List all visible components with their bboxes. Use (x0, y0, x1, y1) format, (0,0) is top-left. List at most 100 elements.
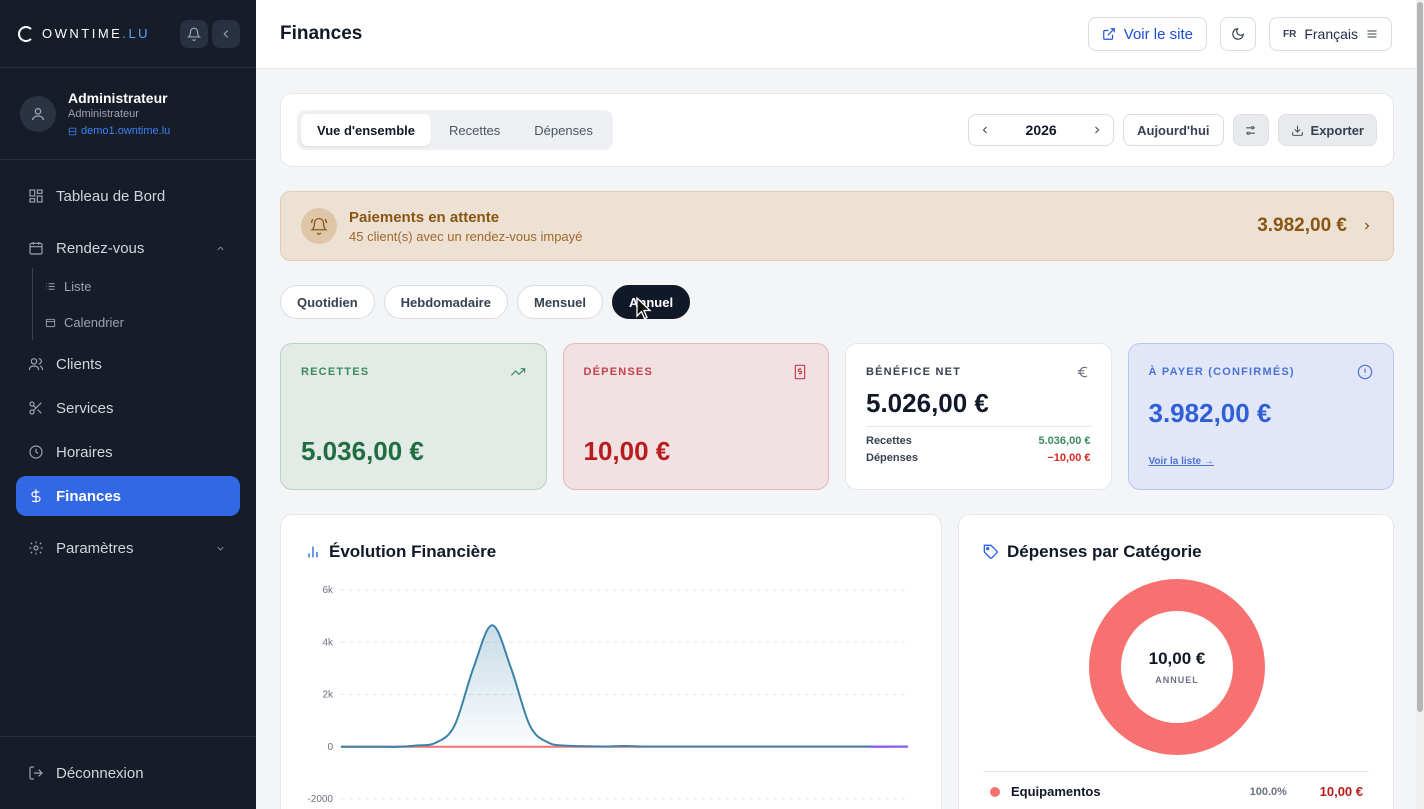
top-bar: Finances Voir le site FR Français (256, 0, 1416, 69)
bell-icon (187, 27, 201, 41)
alert-amount: 3.982,00 € (1257, 215, 1373, 237)
to-pay-card: À PAYER (CONFIRMÉS) 3.982,00 € Voir la l… (1127, 343, 1394, 490)
period-selector: Quotidien Hebdomadaire Mensuel Annuel (280, 285, 1394, 319)
export-button[interactable]: Exporter (1277, 114, 1377, 146)
sidebar-item-label: Liste (64, 278, 92, 294)
user-profile: Administrateur Administrateur demo1.ownt… (0, 68, 256, 160)
language-code: FR (1282, 28, 1297, 40)
expenses-label: DÉPENSES (583, 366, 654, 378)
notifications-button[interactable] (180, 20, 208, 48)
view-site-label: Voir le site (1123, 25, 1193, 43)
gear-icon (29, 541, 43, 555)
main-content: Vue d'ensemble Recettes Dépenses 2026 Au… (280, 93, 1394, 809)
logo-icon (18, 25, 34, 42)
moon-icon (1232, 28, 1244, 40)
legend-name: Equipamentos (1011, 784, 1101, 799)
scissors-icon (29, 401, 42, 415)
sidebar-item-calendar[interactable]: Calendrier (45, 304, 240, 340)
net-income-row: Recettes 5.036,00 € (866, 435, 1091, 447)
logout-button[interactable]: Déconnexion (0, 736, 256, 809)
scrollbar-thumb[interactable] (1417, 2, 1423, 712)
income-card: RECETTES 5.036,00 € (280, 343, 547, 490)
theme-toggle-button[interactable] (1219, 17, 1256, 51)
to-pay-value: 3.982,00 € (1148, 398, 1272, 428)
category-legend: Equipamentos 100.0% 10,00 € (983, 771, 1369, 799)
dollar-icon (31, 489, 41, 503)
expenses-card: DÉPENSES 10,00 € (562, 343, 829, 490)
period-daily[interactable]: Quotidien (280, 285, 375, 319)
language-label: Français (1304, 26, 1358, 42)
tab-overview[interactable]: Vue d'ensemble (301, 114, 431, 146)
brand-bar: OWNTIME.LU (0, 0, 256, 68)
bar-chart-icon (308, 546, 318, 558)
period-weekly[interactable]: Hebdomadaire (383, 285, 508, 319)
filters-button[interactable] (1232, 114, 1269, 146)
y-tick-label: -2000 (307, 794, 333, 805)
sidebar-item-list[interactable]: Liste (45, 268, 240, 304)
alert-bell (301, 208, 337, 244)
view-site-button[interactable]: Voir le site (1087, 17, 1207, 51)
brand-name: OWNTIME.LU (42, 26, 151, 41)
sidebar: OWNTIME.LU Administrateur Administrateur… (0, 0, 256, 809)
avatar (20, 95, 56, 132)
tab-income[interactable]: Recettes (433, 114, 516, 146)
bell-ring-icon (310, 217, 328, 235)
menu-icon (1367, 30, 1377, 38)
view-list-link[interactable]: Voir la liste → (1149, 456, 1214, 467)
profile-name: Administrateur (68, 90, 168, 106)
sidebar-nav: Tableau de Bord Rendez-vous Liste Calend… (16, 176, 240, 568)
euro-icon (1077, 366, 1087, 378)
sidebar-item-settings[interactable]: Paramètres (16, 528, 240, 568)
evolution-title-text: Évolution Financière (329, 542, 497, 561)
expenses-value: 10,00 € (583, 436, 671, 466)
chevron-right-icon (1365, 222, 1370, 230)
sidebar-item-label: Calendrier (64, 314, 124, 330)
sidebar-item-label: Clients (56, 355, 102, 373)
pending-payments-alert[interactable]: Paiements en attente 45 client(s) avec u… (280, 191, 1394, 261)
y-tick-label: 4k (322, 637, 334, 648)
calendar-small-icon (45, 318, 56, 327)
sidebar-item-appointments[interactable]: Rendez-vous (16, 228, 240, 268)
tab-expenses[interactable]: Dépenses (518, 114, 609, 146)
summary-cards: RECETTES 5.036,00 € DÉPENSES 10,00 € BÉN… (280, 343, 1394, 490)
server-icon (68, 127, 77, 135)
calendar-icon (29, 242, 43, 255)
collapse-sidebar-button[interactable] (212, 20, 240, 48)
net-expense-row: Dépenses −10,00 € (866, 452, 1091, 464)
user-icon (32, 107, 44, 120)
year-value: 2026 (1025, 122, 1057, 138)
expense-donut: 10,00 € ANNUEL (1087, 577, 1267, 757)
chevron-left-icon (223, 30, 229, 38)
sidebar-item-clients[interactable]: Clients (16, 344, 240, 384)
next-year-button[interactable] (1091, 124, 1103, 136)
finance-toolbar: Vue d'ensemble Recettes Dépenses 2026 Au… (280, 93, 1394, 167)
to-pay-label: À PAYER (CONFIRMÉS) (1148, 366, 1295, 378)
alert-title: Paiements en attente (349, 208, 500, 226)
prev-year-button[interactable] (979, 124, 991, 136)
sidebar-item-label: Tableau de Bord (56, 187, 166, 205)
tag-icon (983, 544, 998, 559)
chart-panels: Évolution Financière 6k 4k 2k 0 -2000 Dépens… (280, 514, 1394, 809)
download-icon (1291, 125, 1303, 136)
donut-center-value: 10,00 € (1148, 649, 1206, 668)
category-title: Dépenses par Catégorie (983, 542, 1202, 562)
sidebar-item-finances[interactable]: Finances (16, 476, 240, 516)
evolution-panel: Évolution Financière 6k 4k 2k 0 -2000 (280, 514, 942, 809)
alert-amount-value: 3.982,00 € (1257, 215, 1347, 236)
period-monthly[interactable]: Mensuel (516, 285, 603, 319)
list-icon (46, 282, 55, 290)
sidebar-item-services[interactable]: Services (16, 388, 240, 428)
scrollbar[interactable] (1416, 0, 1424, 809)
sidebar-item-hours[interactable]: Horaires (16, 432, 240, 472)
donut-center-label: ANNUEL (1155, 675, 1199, 685)
appointments-submenu: Liste Calendrier (32, 268, 240, 340)
income-value: 5.036,00 € (301, 436, 424, 466)
y-tick-label: 0 (327, 742, 333, 753)
today-button[interactable]: Aujourd'hui (1123, 114, 1224, 146)
sidebar-item-dashboard[interactable]: Tableau de Bord (16, 176, 240, 216)
trending-up-icon (510, 368, 525, 376)
language-select[interactable]: FR Français (1268, 17, 1392, 51)
legend-percent: 100.0% (1249, 785, 1287, 798)
profile-host-link[interactable]: demo1.owntime.lu (68, 125, 170, 137)
legend-color-dot (990, 786, 1000, 797)
